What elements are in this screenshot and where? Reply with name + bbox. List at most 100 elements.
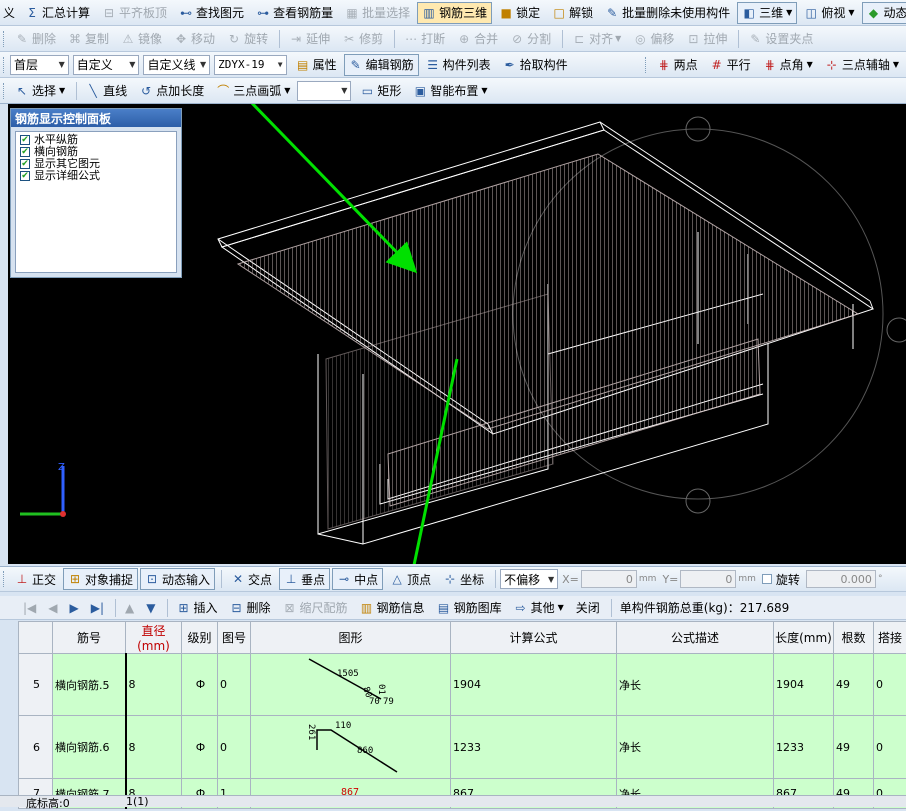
menu-fragment[interactable]: 义: [0, 2, 18, 24]
vertex-button[interactable]: △顶点: [385, 568, 436, 590]
split-tool-button[interactable]: ⊘分割: [505, 28, 556, 50]
pick-component-button[interactable]: ✒拾取构件: [498, 54, 573, 76]
coordinate-button[interactable]: ⊹坐标: [438, 568, 489, 590]
rectangle-button[interactable]: ▭矩形: [355, 80, 406, 102]
close-button[interactable]: 关闭: [571, 597, 605, 619]
subtype-select[interactable]: 自定义线▼: [143, 55, 210, 75]
header-count[interactable]: 根数: [834, 622, 874, 654]
dynamic-input-button[interactable]: ⊡动态输入: [140, 568, 215, 590]
cell-count[interactable]: 49: [834, 716, 874, 779]
table-row[interactable]: 6 横向钢筋.6 8 Ф 0 261 110 860 1233 净长 1233 …: [19, 716, 906, 779]
delete-tool-button[interactable]: ✎删除: [10, 28, 61, 50]
cell-figure-no[interactable]: 0: [218, 716, 251, 779]
type-select[interactable]: 自定义▼: [73, 55, 140, 75]
set-grip-button[interactable]: ✎设置夹点: [743, 28, 818, 50]
header-bar-no[interactable]: 筋号: [53, 622, 126, 654]
checkbox-checked[interactable]: ✔: [20, 159, 30, 169]
move-down-button[interactable]: ▼: [141, 597, 160, 619]
cell-diameter[interactable]: 8: [126, 716, 182, 779]
align-slab-top-button[interactable]: ⊟平齐板顶: [97, 2, 172, 24]
mirror-tool-button[interactable]: ⚠镜像: [116, 28, 167, 50]
summary-calc-button[interactable]: Σ汇总计算: [20, 2, 95, 24]
header-figure-no[interactable]: 图号: [218, 622, 251, 654]
copy-tool-button[interactable]: ⌘复制: [63, 28, 114, 50]
header-lap[interactable]: 搭接: [874, 622, 906, 654]
cell-count[interactable]: 49: [834, 654, 874, 716]
cell-bar-name[interactable]: 横向钢筋.5: [53, 654, 126, 716]
ortho-button[interactable]: ⊥正交: [10, 568, 61, 590]
cell-diameter[interactable]: 8: [126, 654, 182, 716]
cell-figure-no[interactable]: 0: [218, 654, 251, 716]
arc-option-select[interactable]: ▼: [297, 81, 351, 101]
header-grade[interactable]: 级别: [182, 622, 218, 654]
break-tool-button[interactable]: ⋯打断: [399, 28, 450, 50]
row-number[interactable]: 5: [19, 654, 53, 716]
toolbar-grip[interactable]: [3, 31, 6, 47]
first-record-button[interactable]: |◀: [18, 597, 41, 619]
header-length[interactable]: 长度(mm): [774, 622, 834, 654]
cell-bar-name[interactable]: 横向钢筋.6: [53, 716, 126, 779]
batch-delete-unused-button[interactable]: ✎批量删除未使用构件: [600, 2, 735, 24]
other-button[interactable]: ⇨其他▼: [509, 597, 569, 619]
toolbar-grip[interactable]: [3, 571, 6, 587]
cell-formula[interactable]: 1904: [451, 654, 617, 716]
header-shape[interactable]: 图形: [251, 622, 451, 654]
scale-rebar-button[interactable]: ⊠缩尺配筋: [278, 597, 353, 619]
extend-tool-button[interactable]: ⇥延伸: [284, 28, 335, 50]
find-element-button[interactable]: ⊷查找图元: [174, 2, 249, 24]
line-button[interactable]: ╲直线: [81, 80, 132, 102]
insert-row-button[interactable]: ⊞插入: [172, 597, 223, 619]
dynamic-orbit-button[interactable]: ◆动态观察: [862, 2, 906, 24]
floor-select[interactable]: 首层▼: [10, 55, 69, 75]
checkbox-checked[interactable]: ✔: [20, 135, 30, 145]
perpendicular-button[interactable]: ⊥垂点: [279, 568, 330, 590]
stretch-tool-button[interactable]: ⊡拉伸: [681, 28, 732, 50]
unlock-button[interactable]: □解锁: [547, 2, 598, 24]
component-list-button[interactable]: ☰构件列表: [421, 54, 496, 76]
last-record-button[interactable]: ▶|: [86, 597, 109, 619]
x-coordinate-input[interactable]: 0: [581, 570, 637, 588]
row-number[interactable]: 6: [19, 716, 53, 779]
y-coordinate-input[interactable]: 0: [680, 570, 736, 588]
option-show-formula[interactable]: ✔显示详细公式: [20, 170, 172, 182]
move-tool-button[interactable]: ✥移动: [169, 28, 220, 50]
rebar-library-button[interactable]: ▤钢筋图库: [432, 597, 507, 619]
cell-length[interactable]: 1904: [774, 654, 834, 716]
cell-lap[interactable]: 0: [874, 654, 906, 716]
cell-shape[interactable]: 261 110 860: [251, 716, 451, 779]
header-diameter[interactable]: 直径(mm): [126, 622, 182, 654]
align-tool-button[interactable]: ⊏对齐▼: [567, 28, 626, 50]
select-button[interactable]: ↖选择▼: [10, 80, 70, 102]
smart-layout-button[interactable]: ▣智能布置▼: [408, 80, 492, 102]
rebar-3d-button[interactable]: ▥钢筋三维: [417, 2, 492, 24]
two-points-button[interactable]: ⋕两点: [652, 54, 703, 76]
rebar-info-button[interactable]: ▥钢筋信息: [355, 597, 430, 619]
merge-tool-button[interactable]: ⊕合并: [452, 28, 503, 50]
lock-button[interactable]: ■锁定: [494, 2, 545, 24]
properties-button[interactable]: ▤属性: [291, 54, 342, 76]
edit-rebar-button[interactable]: ✎编辑钢筋: [344, 54, 419, 76]
3d-view-button[interactable]: ◧三维▼: [737, 2, 797, 24]
view-rebar-amount-button[interactable]: ⊶查看钢筋量: [251, 2, 338, 24]
move-up-button[interactable]: ▲: [120, 597, 139, 619]
cell-formula[interactable]: 1233: [451, 716, 617, 779]
offset-mode-select[interactable]: 不偏移▼: [500, 569, 558, 589]
midpoint-button[interactable]: ⊸中点: [332, 568, 383, 590]
delete-row-button[interactable]: ⊟删除: [225, 597, 276, 619]
rotate-checkbox[interactable]: [762, 574, 772, 584]
three-point-axis-button[interactable]: ⊹三点辅轴▼: [820, 54, 904, 76]
orbit-handle-right[interactable]: [887, 318, 906, 342]
panel-title[interactable]: 钢筋显示控制面板: [11, 109, 181, 127]
header-formula[interactable]: 计算公式: [451, 622, 617, 654]
table-row[interactable]: 5 横向钢筋.5 8 Ф 0 1505 80 70 01 79 1904 净长 …: [19, 654, 906, 716]
top-view-button[interactable]: ◫俯视▼: [799, 2, 859, 24]
cell-lap[interactable]: 0: [874, 716, 906, 779]
batch-select-button[interactable]: ▦批量选择: [340, 2, 415, 24]
checkbox-checked[interactable]: ✔: [20, 171, 30, 181]
orbit-handle-bottom[interactable]: [686, 489, 710, 513]
header-formula-desc[interactable]: 公式描述: [617, 622, 774, 654]
point-length-button[interactable]: ↺点加长度: [134, 80, 209, 102]
parallel-button[interactable]: #平行: [705, 54, 756, 76]
cell-grade[interactable]: Ф: [182, 654, 218, 716]
offset-tool-button[interactable]: ◎偏移: [628, 28, 679, 50]
